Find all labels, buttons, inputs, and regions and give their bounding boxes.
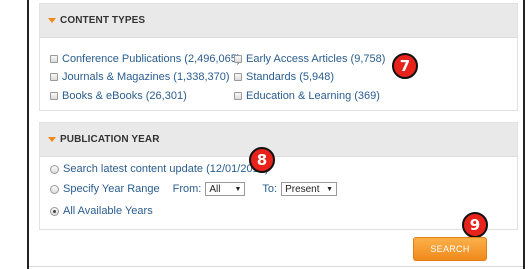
radio-specify-year-range[interactable]: Specify Year Range From: All ▼ To: Prese… <box>50 182 338 196</box>
to-label: To: <box>262 183 278 195</box>
dropdown-arrow-icon: ▼ <box>326 185 334 193</box>
from-label: From: <box>172 183 202 195</box>
checkbox-label: Books & eBooks (26,301) <box>62 90 187 102</box>
checkbox-icon[interactable] <box>234 73 242 81</box>
checkbox-journals-magazines[interactable]: Journals & Magazines (1,338,370) <box>50 71 230 83</box>
content-types-heading: CONTENT TYPES <box>60 15 146 26</box>
collapse-arrow-icon <box>48 137 56 142</box>
publication-year-header[interactable]: PUBLICATION YEAR <box>40 123 517 157</box>
checkbox-icon[interactable] <box>234 55 242 63</box>
checkbox-label: Standards (5,948) <box>246 71 335 83</box>
publication-year-panel: PUBLICATION YEAR Search latest content u… <box>39 122 518 230</box>
checkbox-icon[interactable] <box>50 73 58 81</box>
checkbox-icon[interactable] <box>50 92 58 100</box>
content-types-panel: CONTENT TYPES Conference Publications (2… <box>39 3 518 111</box>
radio-label: Specify Year Range <box>63 183 160 195</box>
annotation-badge-7: 7 <box>392 53 418 79</box>
checkbox-books-ebooks[interactable]: Books & eBooks (26,301) <box>50 90 187 102</box>
checkbox-label: Early Access Articles (9,758) <box>246 53 386 65</box>
checkbox-label: Conference Publications (2,496,065) <box>62 53 241 65</box>
annotation-badge-9: 9 <box>462 212 488 238</box>
radio-all-available-years[interactable]: All Available Years <box>50 205 153 217</box>
checkbox-label: Education & Learning (369) <box>246 90 380 102</box>
checkbox-education-learning[interactable]: Education & Learning (369) <box>234 90 380 102</box>
radio-latest-content-update[interactable]: Search latest content update (12/01/2014… <box>50 163 268 175</box>
checkbox-conference-publications[interactable]: Conference Publications (2,496,065) <box>50 53 241 65</box>
checkbox-icon[interactable] <box>50 55 58 63</box>
publication-year-heading: PUBLICATION YEAR <box>60 134 160 145</box>
search-button[interactable]: SEARCH <box>413 237 487 261</box>
to-year-select[interactable]: Present ▼ <box>281 182 338 196</box>
content-types-header[interactable]: CONTENT TYPES <box>40 4 517 38</box>
dropdown-arrow-icon: ▼ <box>234 185 242 193</box>
divider <box>29 266 523 267</box>
search-options-frame: CONTENT TYPES Conference Publications (2… <box>27 0 525 269</box>
checkbox-icon[interactable] <box>234 92 242 100</box>
checkbox-standards[interactable]: Standards (5,948) <box>234 71 334 83</box>
radio-checked-icon[interactable] <box>50 206 59 216</box>
to-year-value: Present <box>285 183 320 195</box>
collapse-arrow-icon <box>48 18 56 23</box>
radio-label: Search latest content update (12/01/2014… <box>63 163 269 175</box>
checkbox-label: Journals & Magazines (1,338,370) <box>62 71 230 83</box>
from-year-select[interactable]: All ▼ <box>205 182 246 196</box>
radio-icon[interactable] <box>50 164 59 174</box>
radio-label: All Available Years <box>63 205 153 217</box>
annotation-badge-8: 8 <box>249 147 275 173</box>
checkbox-early-access-articles[interactable]: Early Access Articles (9,758) <box>234 53 385 65</box>
from-year-value: All <box>209 183 221 195</box>
radio-icon[interactable] <box>50 184 59 194</box>
